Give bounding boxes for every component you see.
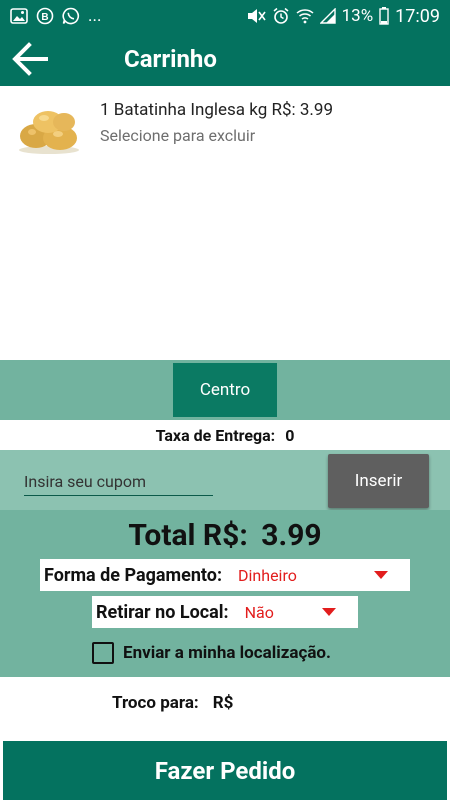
cart-item-text: 1 Batatinha Inglesa kg R$: 3.99 Selecion… bbox=[100, 96, 333, 145]
mute-icon bbox=[246, 7, 266, 25]
battery-icon bbox=[379, 7, 389, 25]
cart-item-hint: Selecione para excluir bbox=[100, 126, 256, 145]
back-button[interactable] bbox=[0, 32, 60, 86]
send-location-label: Enviar a minha localização. bbox=[123, 643, 331, 663]
arrow-left-icon bbox=[12, 42, 48, 76]
region-band: Centro bbox=[0, 360, 450, 420]
svg-text:B: B bbox=[41, 12, 48, 23]
insert-coupon-button[interactable]: Inserir bbox=[328, 454, 429, 508]
payment-method-label: Forma de Pagamento: bbox=[44, 564, 223, 586]
clock: 17:09 bbox=[395, 5, 440, 27]
order-total: Total R$: 3.99 bbox=[0, 518, 450, 553]
region-button[interactable]: Centro bbox=[173, 363, 277, 417]
potato-image bbox=[19, 111, 79, 154]
dropdown-caret-icon bbox=[322, 608, 336, 616]
payment-band: Total R$: 3.99 Forma de Pagamento: Dinhe… bbox=[0, 510, 450, 677]
cart-item-description: 1 Batatinha Inglesa kg R$: 3.99 bbox=[100, 100, 333, 120]
total-value: 3.99 bbox=[261, 518, 322, 553]
dropdown-caret-icon bbox=[374, 571, 388, 579]
cart-list: 1 Batatinha Inglesa kg R$: 3.99 Selecion… bbox=[0, 86, 450, 360]
battery-percent: 13% bbox=[341, 6, 374, 26]
change-input[interactable]: R$ bbox=[213, 693, 234, 713]
page-title: Carrinho bbox=[124, 45, 217, 73]
delivery-fee-row: Taxa de Entrega: 0 bbox=[0, 420, 450, 450]
alarm-icon bbox=[272, 7, 290, 25]
photo-icon bbox=[10, 8, 28, 24]
b-badge-icon: B bbox=[36, 7, 54, 25]
pickup-label: Retirar no Local: bbox=[96, 601, 229, 623]
change-row: Troco para: R$ bbox=[0, 677, 450, 729]
wifi-icon bbox=[296, 8, 314, 24]
pickup-select[interactable]: Retirar no Local: Não bbox=[92, 596, 358, 628]
app-toolbar: Carrinho bbox=[0, 32, 450, 86]
send-location-checkbox[interactable] bbox=[92, 642, 114, 664]
signal-icon bbox=[319, 8, 336, 24]
coupon-band: Insira seu cupom Inserir bbox=[0, 450, 450, 510]
place-order-button[interactable]: Fazer Pedido bbox=[3, 741, 447, 800]
send-location-row[interactable]: Enviar a minha localização. bbox=[92, 640, 331, 666]
payment-method-select[interactable]: Forma de Pagamento: Dinheiro bbox=[40, 559, 410, 591]
payment-method-value: Dinheiro bbox=[238, 565, 297, 585]
delivery-fee-label: Taxa de Entrega: bbox=[155, 425, 276, 445]
cart-item[interactable]: 1 Batatinha Inglesa kg R$: 3.99 Selecion… bbox=[0, 86, 450, 166]
coupon-input[interactable]: Insira seu cupom bbox=[24, 470, 213, 496]
bottom-area: Fazer Pedido bbox=[0, 729, 450, 800]
pickup-value: Não bbox=[244, 602, 274, 622]
more-notifications: ... bbox=[88, 6, 102, 26]
status-bar: B ... 13% 17:09 bbox=[0, 0, 450, 32]
whatsapp-icon bbox=[62, 7, 80, 25]
total-label: Total R$: bbox=[128, 518, 248, 553]
delivery-fee-value: 0 bbox=[285, 425, 295, 445]
change-label: Troco para: bbox=[112, 693, 199, 713]
